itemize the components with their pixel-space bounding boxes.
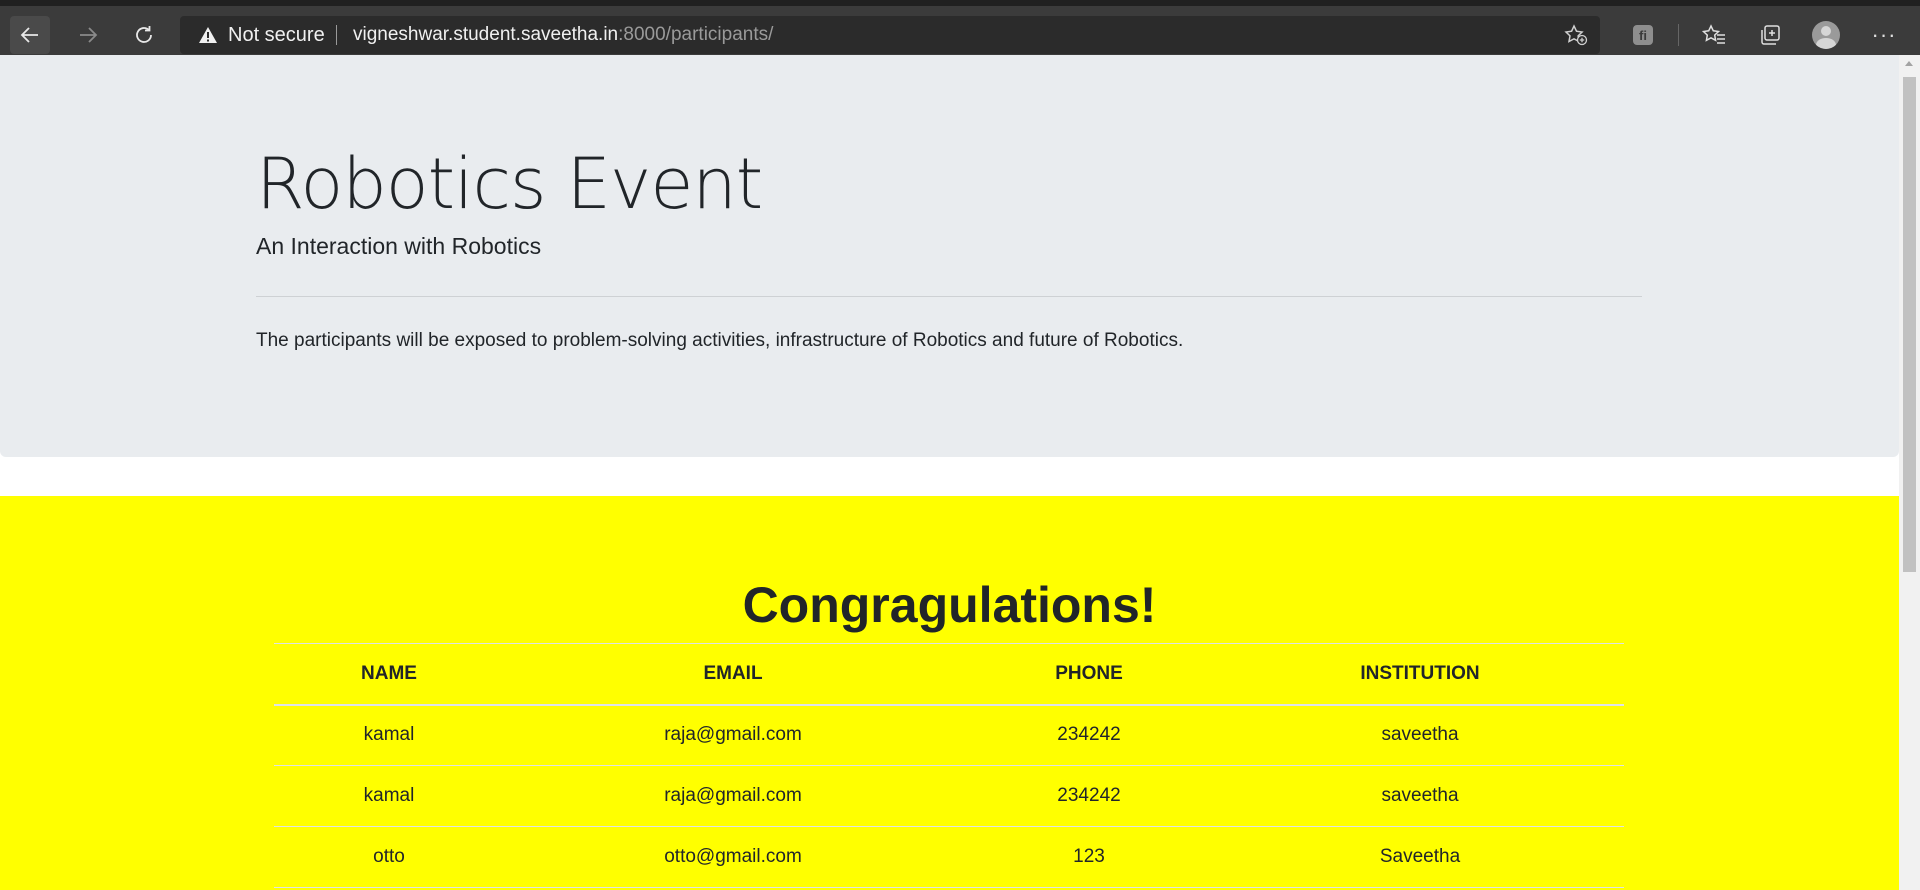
jumbotron: Robotics Event An Interaction with Robot… (0, 55, 1899, 457)
cell-institution: Saveetha (1216, 826, 1624, 888)
participants-section: Congragulations! NAME EMAIL PHONE INSTIT… (0, 496, 1899, 890)
cell-phone: 123 (962, 826, 1216, 888)
participants-heading: Congragulations! (742, 577, 1157, 633)
address-bar[interactable]: Not secure vigneshwar.student.saveetha.i… (180, 16, 1600, 54)
favorites-icon (1702, 24, 1725, 44)
address-separator (336, 25, 337, 45)
add-favorite-icon (1564, 24, 1588, 46)
url-path: :8000/participants/ (618, 24, 774, 45)
table-header-row: NAME EMAIL PHONE INSTITUTION (274, 643, 1624, 706)
collections-button[interactable] (1750, 16, 1790, 54)
security-indicator[interactable]: Not secure (198, 16, 325, 54)
cell-institution: saveetha (1216, 704, 1624, 766)
table-row: kamal raja@gmail.com 234242 saveetha (274, 765, 1624, 827)
column-header-email: EMAIL (504, 643, 962, 706)
cell-email: otto@gmail.com (504, 826, 962, 888)
forward-arrow-icon (80, 27, 98, 43)
vertical-scrollbar[interactable] (1899, 55, 1920, 890)
cell-email: raja@gmail.com (504, 704, 962, 766)
more-button[interactable]: ··· (1864, 16, 1904, 54)
toolbar-separator (1678, 24, 1679, 46)
extension-icon: fi (1633, 25, 1653, 45)
collections-icon (1761, 25, 1780, 45)
event-description: The participants will be exposed to prob… (256, 330, 1184, 351)
cell-name: otto (274, 826, 504, 888)
page-subtitle: An Interaction with Robotics (256, 233, 542, 259)
back-button[interactable] (10, 16, 50, 54)
favorites-button[interactable] (1694, 16, 1734, 54)
scrollbar-thumb[interactable] (1903, 77, 1916, 572)
participants-table: NAME EMAIL PHONE INSTITUTION kamal raja@… (274, 643, 1624, 888)
table-row: otto otto@gmail.com 123 Saveetha (274, 826, 1624, 888)
column-header-institution: INSTITUTION (1216, 643, 1624, 706)
reload-icon (136, 26, 152, 43)
scroll-up-arrow-icon[interactable] (1905, 61, 1913, 66)
url-host: vigneshwar.student.saveetha.in (353, 24, 619, 45)
cell-email: raja@gmail.com (504, 765, 962, 827)
cell-name: kamal (274, 704, 504, 766)
cell-phone: 234242 (962, 765, 1216, 827)
page-title: Robotics Event (256, 143, 763, 225)
profile-button[interactable] (1806, 16, 1846, 54)
more-icon: ··· (1871, 22, 1897, 47)
forward-button[interactable] (68, 16, 108, 54)
warning-icon (199, 27, 217, 43)
table-row: kamal raja@gmail.com 234242 saveetha (274, 704, 1624, 766)
profile-icon (1812, 21, 1840, 49)
cell-phone: 234242 (962, 704, 1216, 766)
divider (256, 296, 1642, 297)
extension-badge: fi (1639, 27, 1647, 43)
page-viewport: Robotics Event An Interaction with Robot… (0, 55, 1899, 890)
cell-name: kamal (274, 765, 504, 827)
column-header-name: NAME (274, 643, 504, 706)
back-arrow-icon (20, 27, 38, 43)
add-favorite-button[interactable] (1564, 24, 1588, 51)
extension-button[interactable]: fi (1623, 16, 1663, 54)
url-text[interactable]: vigneshwar.student.saveetha.in:8000/part… (353, 16, 773, 54)
cell-institution: saveetha (1216, 765, 1624, 827)
browser-toolbar: Not secure vigneshwar.student.saveetha.i… (0, 0, 1920, 55)
column-header-phone: PHONE (962, 643, 1216, 706)
security-label: Not secure (228, 23, 325, 46)
reload-button[interactable] (124, 16, 164, 54)
